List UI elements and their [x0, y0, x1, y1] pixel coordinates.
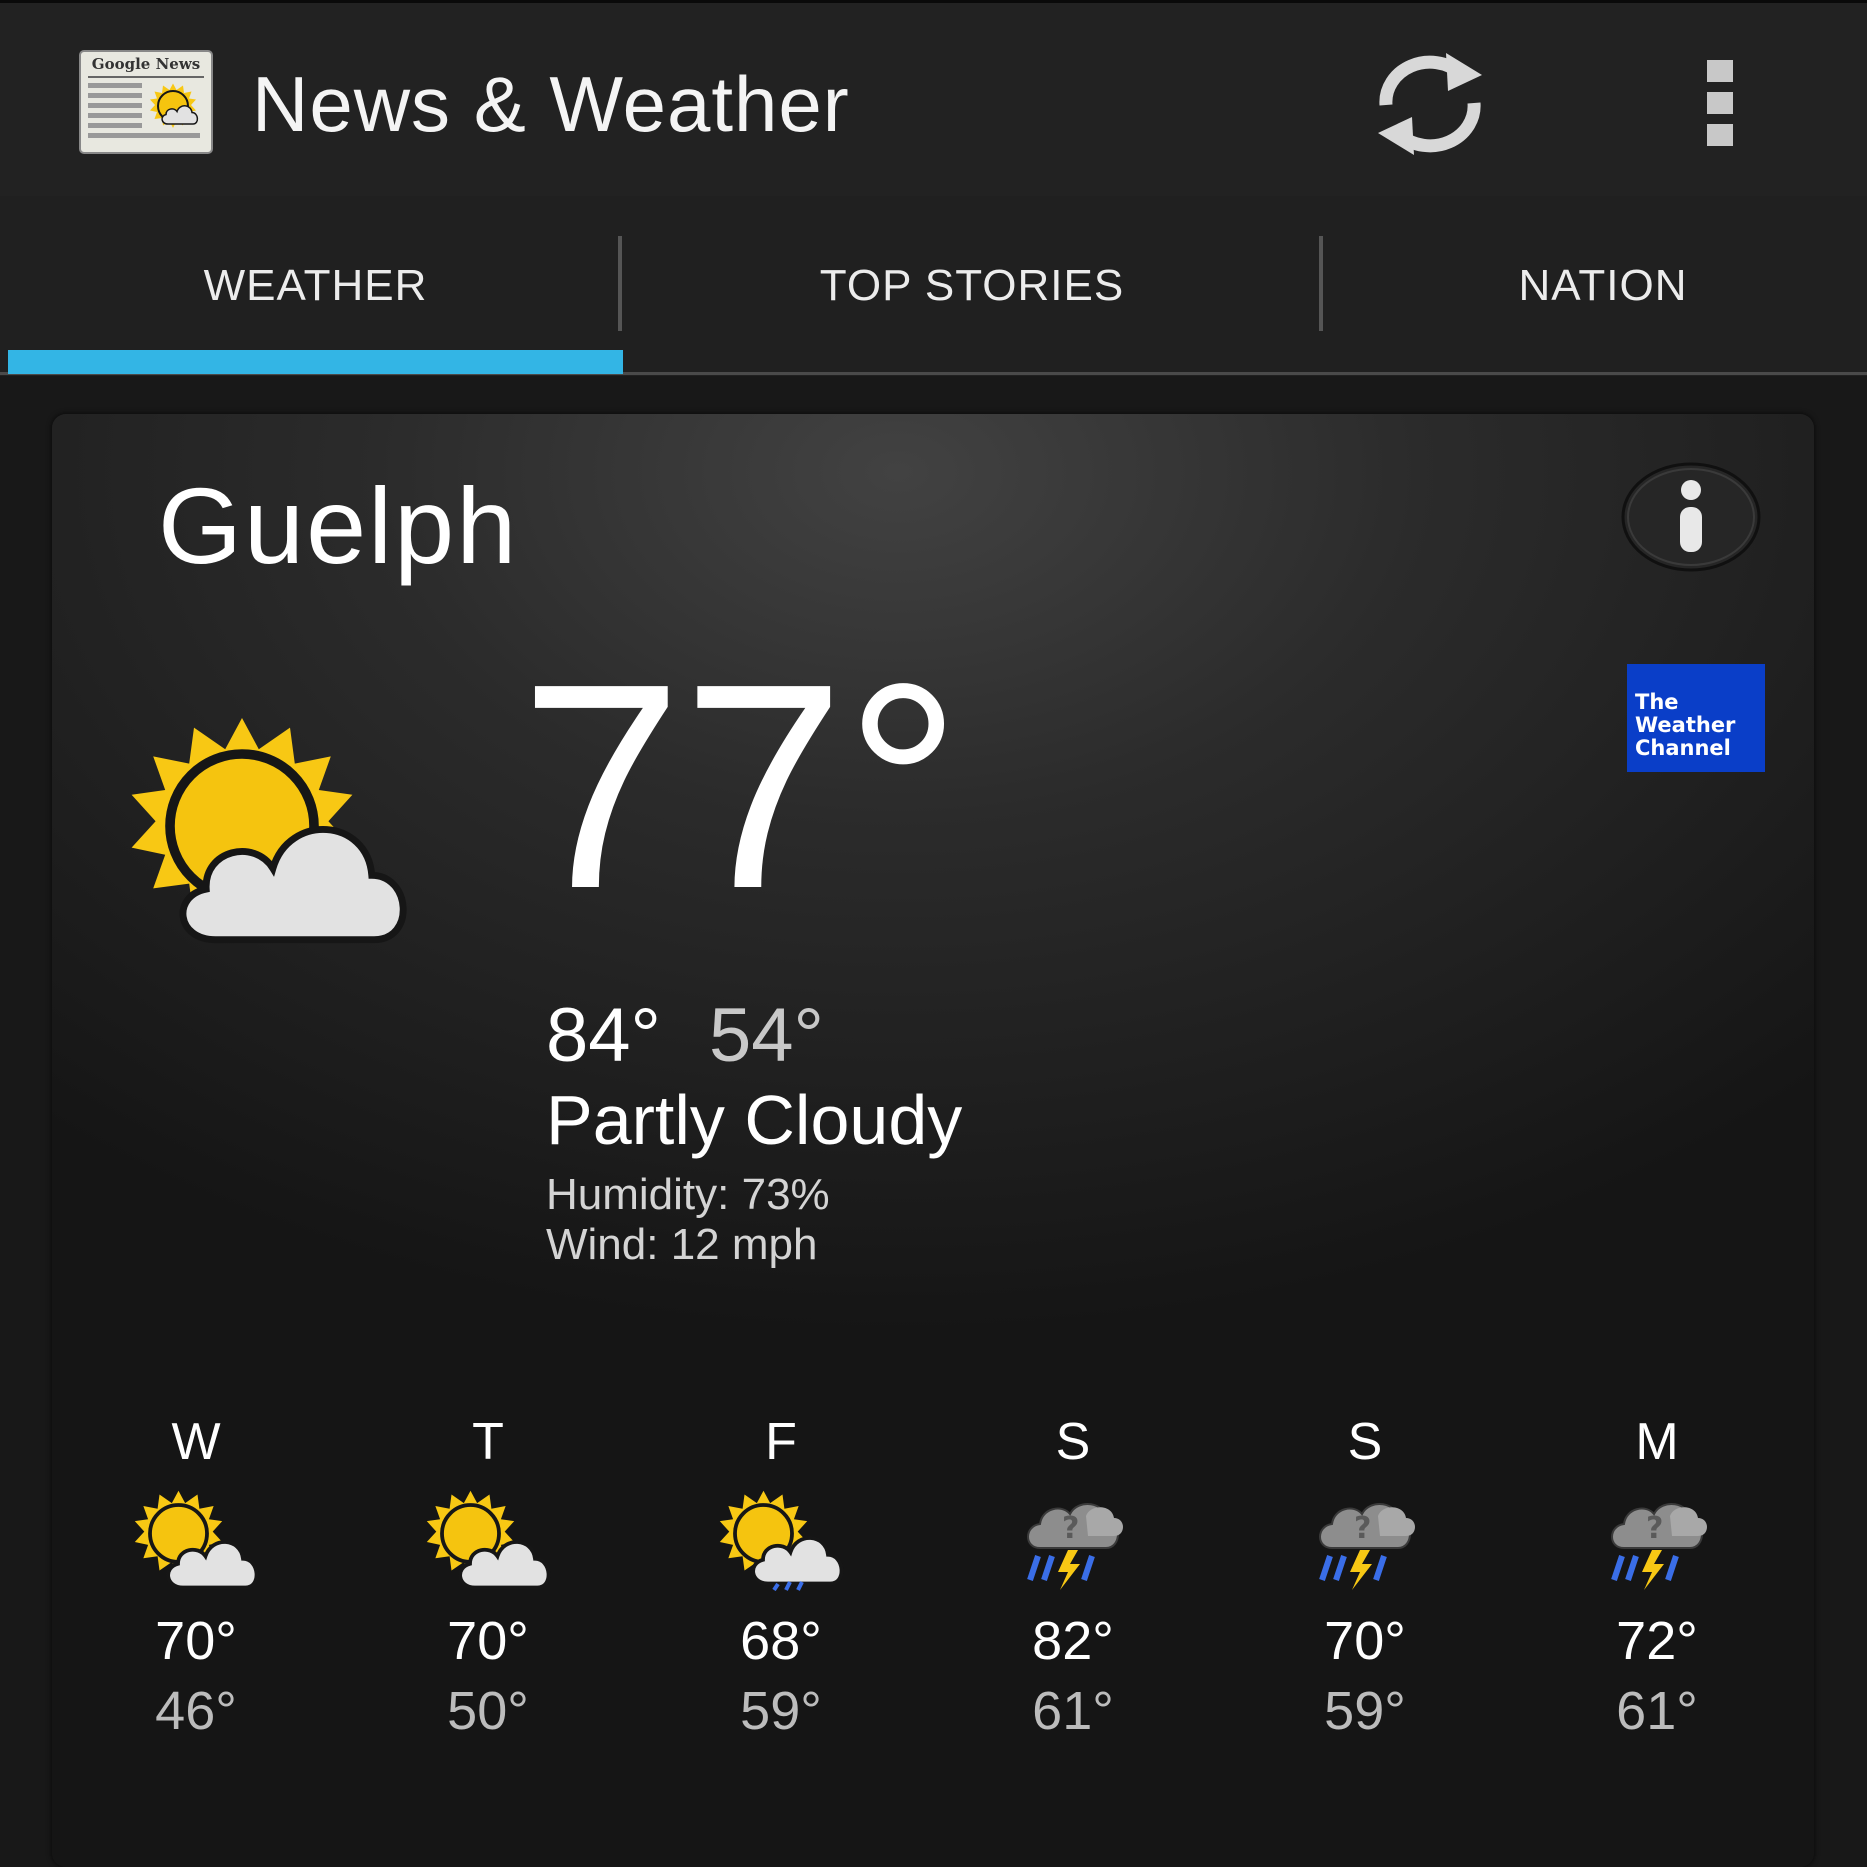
partly-cloudy-icon	[132, 1488, 259, 1590]
forecast-day-label: W	[171, 1413, 221, 1471]
forecast-day-label: S	[1055, 1413, 1091, 1471]
forecast-day-label: T	[472, 1413, 504, 1471]
chance-of-storm-icon	[1027, 1502, 1124, 1590]
forecast-day[interactable]: W 70° 46°	[96, 1412, 296, 1743]
refresh-icon[interactable]	[1368, 49, 1492, 159]
chance-of-storm-icon	[1611, 1502, 1708, 1590]
forecast-low: 50°	[447, 1681, 529, 1741]
forecast-high: 70°	[447, 1611, 529, 1671]
forecast-low: 46°	[155, 1681, 237, 1741]
forecast-day-label: M	[1635, 1413, 1679, 1471]
selected-tab-indicator	[8, 350, 623, 374]
forecast-low: 61°	[1616, 1681, 1698, 1741]
forecast-day-label: F	[765, 1413, 797, 1471]
forecast-day[interactable]: T 70° 50°	[388, 1412, 588, 1743]
forecast-high: 82°	[1032, 1611, 1114, 1671]
tab-bar: WEATHER TOP STORIES NATION	[0, 196, 1867, 376]
tab-nation[interactable]: NATION	[1323, 196, 1867, 376]
weather-card: Guelph The Weather Channel 77° 84° 54° Pa…	[52, 414, 1814, 1867]
forecast-strip: W 70° 46° T 70° 50° F 68° 59° S 82° 61° …	[52, 414, 1814, 1867]
chance-of-storm-icon	[1319, 1502, 1416, 1590]
forecast-low: 59°	[1324, 1681, 1406, 1741]
forecast-high: 70°	[155, 1611, 237, 1671]
forecast-high: 68°	[740, 1611, 822, 1671]
tab-top-stories[interactable]: TOP STORIES	[622, 196, 1322, 376]
partly-cloudy-icon	[424, 1488, 551, 1590]
forecast-low: 61°	[1032, 1681, 1114, 1741]
forecast-day[interactable]: F 68° 59°	[681, 1412, 881, 1743]
svg-text:Google News: Google News	[92, 55, 200, 73]
forecast-low: 59°	[740, 1681, 822, 1741]
forecast-day-label: S	[1347, 1413, 1383, 1471]
forecast-day[interactable]: M 72° 61°	[1557, 1412, 1757, 1743]
app-title: News & Weather	[252, 60, 850, 148]
action-bar: Google News News & Weather	[0, 0, 1867, 196]
tab-weather[interactable]: WEATHER	[8, 196, 623, 376]
chance-of-rain-icon	[717, 1488, 844, 1591]
google-news-icon[interactable]: Google News	[76, 47, 216, 157]
forecast-day[interactable]: S 82° 61°	[973, 1412, 1173, 1743]
forecast-high: 72°	[1616, 1611, 1698, 1671]
overflow-menu-icon[interactable]	[1705, 58, 1737, 148]
forecast-high: 70°	[1324, 1611, 1406, 1671]
forecast-day[interactable]: S 70° 59°	[1265, 1412, 1465, 1743]
